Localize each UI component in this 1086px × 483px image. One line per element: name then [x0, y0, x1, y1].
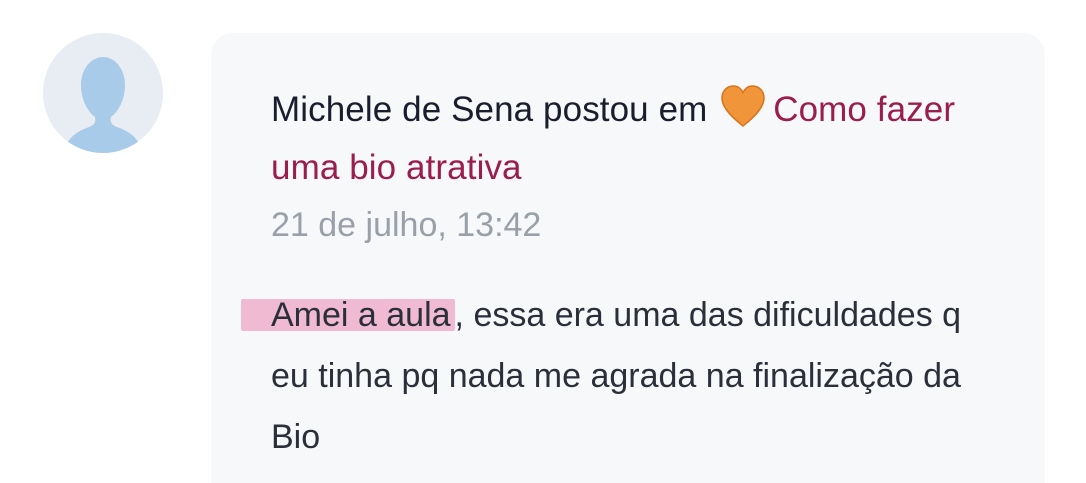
action-text: postou em: [533, 90, 718, 129]
orange-heart-icon: [719, 84, 767, 128]
author-name[interactable]: Michele de Sena: [271, 90, 533, 129]
avatar[interactable]: [43, 33, 163, 153]
user-silhouette-icon: [43, 33, 163, 153]
post-card: Michele de Sena postou em Como fazer uma…: [211, 33, 1045, 483]
post-feed: Michele de Sena postou em Como fazer uma…: [0, 0, 1086, 483]
post-timestamp: 21 de julho, 13:42: [271, 206, 542, 244]
highlighted-text: Amei a aula: [241, 296, 455, 334]
post-body: Amei a aula, essa era uma das dificuldad…: [241, 285, 991, 468]
post-headline: Michele de Sena postou em Como fazer uma…: [271, 81, 991, 197]
post-content: Michele de Sena postou em Como fazer uma…: [241, 81, 991, 468]
